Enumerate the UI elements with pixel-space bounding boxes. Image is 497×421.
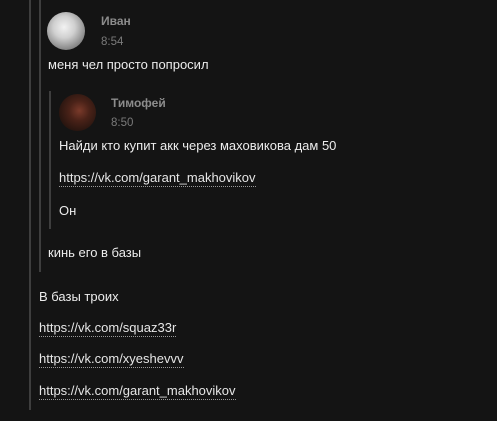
message-text: кинь его в базы [48, 245, 142, 260]
profile-link[interactable]: https://vk.com/garant_makhovikov [39, 383, 236, 400]
profile-link[interactable]: https://vk.com/xyeshevvv [39, 351, 184, 368]
chat-message-thread: Иван 8:54 меня чел просто попросил Тимоф… [0, 0, 497, 421]
avatar[interactable] [59, 94, 96, 131]
profile-link[interactable]: https://vk.com/garant_makhovikov [59, 170, 256, 187]
profile-link[interactable]: https://vk.com/squaz33r [39, 320, 177, 337]
nested-forwarded-message-bar [49, 91, 51, 229]
avatar[interactable] [47, 12, 85, 50]
message-text: Он [59, 203, 77, 218]
author-name[interactable]: Тимофей [111, 96, 166, 110]
message-text: В базы троих [39, 289, 119, 304]
author-name[interactable]: Иван [101, 14, 131, 28]
message-text: Найди кто купит акк через маховикова дам… [59, 138, 337, 153]
forwarded-message-bar [39, 0, 41, 272]
message-text: меня чел просто попросил [48, 57, 209, 72]
message-time[interactable]: 8:50 [111, 117, 133, 129]
message-time[interactable]: 8:54 [101, 36, 123, 48]
message-thread-bar [29, 0, 31, 410]
